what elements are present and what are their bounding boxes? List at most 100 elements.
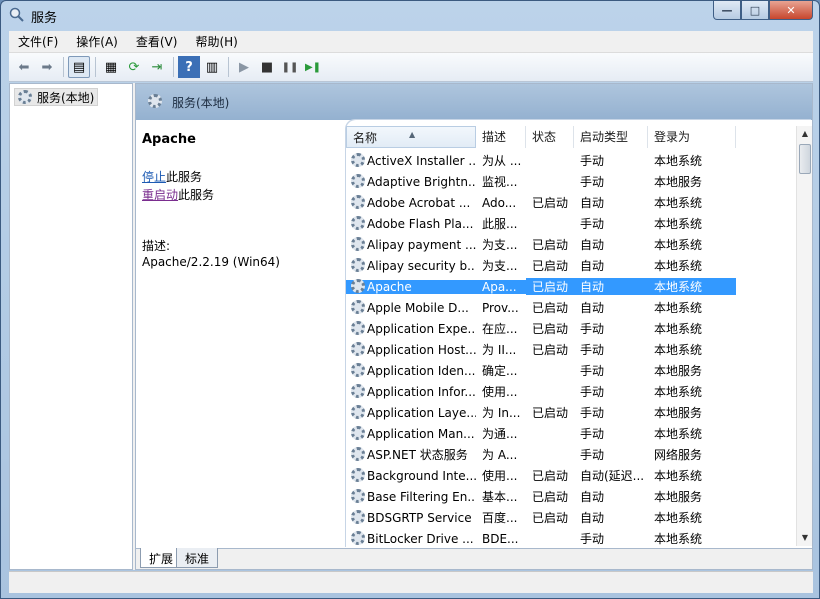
cell-log-on-as: 本地服务 (654, 406, 703, 420)
column-header-status[interactable]: 状态 (526, 126, 574, 148)
stop-service-icon[interactable]: ■ (256, 56, 278, 78)
cell-name: Alipay security b... (367, 258, 476, 273)
restart-service-link[interactable]: 重启动 (142, 188, 178, 202)
tree-node-services-local[interactable]: 服务(本地) (14, 88, 99, 106)
cell-description: 为 A... (482, 448, 518, 462)
description-label: 描述: (142, 239, 171, 253)
column-header-name[interactable]: ▲ 名称 (346, 126, 476, 148)
cell-log-on-as: 本地系统 (654, 238, 703, 252)
table-row[interactable]: Application Expe... 在应... 已启动 手动 本地系统 (346, 318, 796, 339)
cell-status: 已启动 (532, 196, 569, 210)
maximize-button[interactable]: □ (741, 1, 769, 20)
table-row[interactable]: Adobe Acrobat ... Ado... 已启动 自动 本地系统 (346, 192, 796, 213)
cell-status: 已启动 (532, 238, 569, 252)
properties-icon[interactable]: ▦ (100, 56, 122, 78)
cell-description: 为 In... (482, 406, 521, 420)
cell-name: Application Man... (367, 426, 475, 441)
service-gear-icon (351, 531, 365, 545)
table-row[interactable]: Apple Mobile D... Prov... 已启动 自动 本地系统 (346, 297, 796, 318)
column-header-description[interactable]: 描述 (476, 126, 526, 148)
restart-service-icon[interactable]: ▶❚ (302, 56, 324, 78)
cell-description: 使用... (482, 385, 518, 399)
table-row[interactable]: Application Infor... 使用... 手动 本地系统 (346, 381, 796, 402)
scroll-thumb[interactable] (799, 144, 811, 174)
cell-startup-type: 手动 (580, 154, 605, 168)
title-bar[interactable]: 服务 — □ ✕ (1, 1, 819, 31)
scroll-down-icon[interactable]: ▼ (797, 530, 813, 546)
gear-icon (18, 90, 32, 104)
cell-description: Apa... (476, 279, 526, 294)
menu-file[interactable]: 文件(F) (9, 33, 67, 50)
window-title: 服务 (31, 11, 58, 26)
scroll-up-icon[interactable]: ▲ (797, 126, 813, 142)
start-service-icon[interactable]: ▶ (233, 56, 255, 78)
menu-help[interactable]: 帮助(H) (186, 33, 246, 50)
service-gear-icon (351, 342, 365, 356)
table-row[interactable]: Application Laye... 为 In... 已启动 手动 本地服务 (346, 402, 796, 423)
cell-description: 确定... (482, 364, 518, 378)
cell-startup-type: 手动 (580, 217, 605, 231)
toolbar-separator (95, 57, 96, 77)
service-gear-icon (351, 468, 365, 482)
stop-service-link[interactable]: 停止 (142, 170, 166, 184)
service-gear-icon (351, 237, 365, 251)
toolbar-separator (228, 57, 229, 77)
column-header-startup-type[interactable]: 启动类型 (574, 126, 648, 148)
cell-log-on-as: 本地系统 (654, 301, 703, 315)
cell-startup-type: 手动 (580, 385, 605, 399)
table-row[interactable]: Adaptive Brightn... 监视... 手动 本地服务 (346, 171, 796, 192)
service-gear-icon (351, 447, 365, 461)
table-row[interactable]: Application Host... 为 II... 已启动 手动 本地系统 (346, 339, 796, 360)
cell-description: 此服... (482, 217, 518, 231)
cell-status: 已启动 (532, 322, 569, 336)
cell-name: Application Infor... (367, 384, 476, 399)
services-window: 服务 — □ ✕ 文件(F) 操作(A) 查看(V) 帮助(H) ⬅ ➡ ▤ ▦… (0, 0, 820, 599)
show-hide-console-tree-icon[interactable]: ▤ (68, 56, 90, 78)
cell-description: 监视... (482, 175, 518, 189)
table-row[interactable]: ASP.NET 状态服务为 A... 手动 网络服务 (346, 444, 796, 465)
table-row[interactable]: ActiveX Installer ... 为从 ... 手动 本地系统 (346, 150, 796, 171)
pause-service-icon[interactable]: ❚❚ (279, 56, 301, 78)
minimize-button[interactable]: — (713, 1, 741, 20)
cell-description: 为支... (482, 259, 518, 273)
services-list: ▲ 名称 描述 状态 启动类型 登录为 ActiveX Installer ..… (346, 120, 812, 548)
table-row[interactable]: Adobe Flash Pla... 此服... 手动 本地系统 (346, 213, 796, 234)
cell-startup-type: 自动 (580, 490, 605, 504)
toolbar-separator (63, 57, 64, 77)
table-row[interactable]: Background Inte... 使用... 已启动 自动(延迟... 本地系统 (346, 465, 796, 486)
tab-standard[interactable]: 标准 (176, 548, 219, 568)
column-header-log-on-as[interactable]: 登录为 (648, 126, 736, 148)
back-icon[interactable]: ⬅ (13, 56, 35, 78)
cell-startup-type: 手动 (580, 322, 605, 336)
toolbar-separator (173, 57, 174, 77)
table-row[interactable]: BitLocker Drive ... BDE... 手动 本地系统 (346, 528, 796, 549)
table-row[interactable]: BDSGRTP Service 百度... 已启动 自动 本地系统 (346, 507, 796, 528)
vertical-scrollbar[interactable]: ▲ ▼ (796, 126, 812, 546)
menu-view[interactable]: 查看(V) (127, 33, 187, 50)
description-text: Apache/2.2.19 (Win64) (142, 255, 280, 269)
cell-status: 已启动 (532, 259, 569, 273)
table-row[interactable]: Application Iden... 确定... 手动 本地服务 (346, 360, 796, 381)
service-gear-icon (351, 174, 365, 188)
export-list-icon[interactable]: ⇥ (146, 56, 168, 78)
cell-status: 已启动 (532, 406, 569, 420)
service-gear-icon (351, 258, 365, 272)
cell-name: Application Expe... (367, 321, 476, 336)
help-icon[interactable]: ? (178, 56, 200, 78)
refresh-icon[interactable]: ⟳ (123, 56, 145, 78)
table-row[interactable]: Alipay security b... 为支... 已启动 自动 本地系统 (346, 255, 796, 276)
services-icon (9, 7, 25, 23)
cell-status: 已启动 (532, 301, 569, 315)
cell-startup-type: 自动(延迟... (580, 469, 645, 483)
service-gear-icon (351, 321, 365, 335)
forward-icon[interactable]: ➡ (36, 56, 58, 78)
table-row[interactable]: Alipay payment ... 为支... 已启动 自动 本地系统 (346, 234, 796, 255)
close-button[interactable]: ✕ (769, 1, 813, 20)
show-action-pane-icon[interactable]: ▥ (201, 56, 223, 78)
table-row[interactable]: Application Man... 为通... 手动 本地系统 (346, 423, 796, 444)
restart-suffix: 此服务 (178, 188, 215, 202)
cell-log-on-as: 本地系统 (654, 154, 703, 168)
table-row[interactable]: Apache Apa... 已启动 自动 本地系统 (346, 276, 796, 297)
table-row[interactable]: Base Filtering En... 基本... 已启动 自动 本地服务 (346, 486, 796, 507)
menu-action[interactable]: 操作(A) (67, 33, 127, 50)
